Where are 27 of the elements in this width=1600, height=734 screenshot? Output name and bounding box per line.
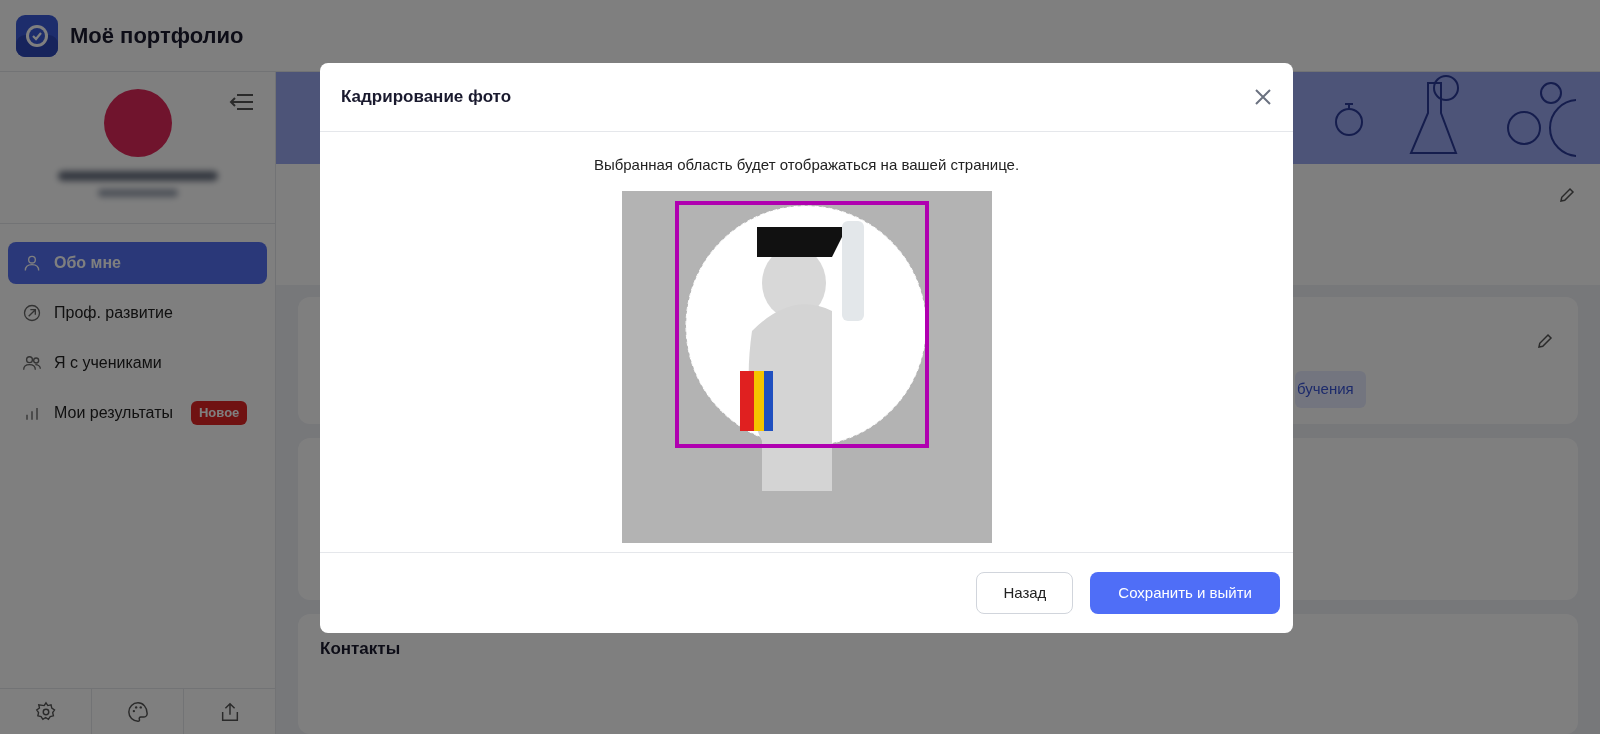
sidebar-item-label: Обо мне [54, 253, 121, 273]
app-logo-icon [16, 14, 58, 57]
arrow-circle-icon [22, 303, 42, 323]
tag-chip: бучения [1295, 371, 1366, 408]
dialog-description: Выбранная область будет отображаться на вашей странице. [593, 155, 1020, 175]
sidebar-item[interactable]: Обо мне [8, 242, 267, 284]
person-icon [22, 253, 42, 273]
edit-icon[interactable] [1558, 185, 1576, 204]
crop-image-drawing[interactable] [621, 190, 992, 543]
people-icon [22, 353, 42, 373]
back-button[interactable]: Назад [976, 572, 1074, 614]
sidebar-item-label: Проф. развитие [54, 303, 173, 323]
close-icon[interactable] [1254, 88, 1272, 106]
app-title: Моё портфолио [70, 22, 244, 50]
sidebar-item[interactable]: Проф. развитие [8, 292, 267, 334]
sidebar-item-label: Я с учениками [54, 353, 162, 373]
section-title: Контакты [320, 639, 401, 658]
sidebar-item-label: Мои результаты [54, 403, 173, 423]
sidebar-item[interactable]: Я с учениками [8, 342, 267, 384]
settings-icon[interactable] [34, 700, 57, 723]
edit-icon[interactable] [1536, 332, 1554, 350]
save-button[interactable]: Сохранить и выйти [1090, 572, 1280, 614]
sidebar-item[interactable]: Мои результаты Новое [8, 392, 267, 434]
new-badge: Новое [191, 401, 248, 425]
palette-icon[interactable] [126, 700, 149, 723]
collapse-menu-icon[interactable] [229, 92, 255, 112]
dialog-title: Кадрирование фото [341, 86, 512, 109]
